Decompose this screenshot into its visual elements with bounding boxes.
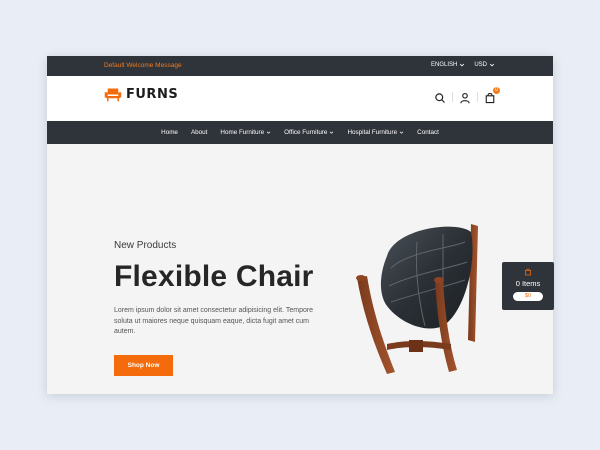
hero-subtitle: New Products	[114, 240, 177, 251]
nav-label: Home	[161, 129, 178, 136]
language-label: ENGLISH	[430, 62, 458, 68]
site-header: FURNS 0	[47, 76, 553, 121]
top-bar: Default Welcome Message ENGLISH USD	[47, 56, 553, 76]
nav-item-office-furniture[interactable]: Office Furniture	[284, 129, 334, 136]
cart-button[interactable]: 0	[484, 87, 500, 104]
cart-items-count: 0 Items	[515, 279, 541, 288]
currency-label: USD	[474, 62, 487, 68]
chevron-down-icon	[460, 63, 465, 67]
nav-label: Office Furniture	[284, 129, 328, 136]
logo-text: FURNS	[126, 87, 179, 102]
logo[interactable]: FURNS	[104, 87, 178, 102]
shop-now-button[interactable]: Shop Now	[114, 355, 173, 376]
welcome-message: Default Welcome Message	[104, 62, 182, 69]
divider	[477, 92, 478, 102]
nav-item-contact[interactable]: Contact	[417, 129, 439, 136]
nav-label: Hospital Furniture	[347, 129, 398, 136]
hero-description: Lorem ipsum dolor sit amet consectetur a…	[114, 307, 314, 335]
hero-section: New Products Flexible Chair Lorem ipsum …	[47, 144, 553, 394]
language-select[interactable]: ENGLISH	[431, 62, 465, 68]
browser-frame: Default Welcome Message ENGLISH USD FURN…	[47, 56, 553, 394]
nav-item-home-furniture[interactable]: Home Furniture	[220, 129, 271, 136]
nav-item-about[interactable]: About	[191, 129, 207, 136]
floating-cart-widget[interactable]: 0 Items $0	[502, 262, 554, 310]
armchair-logo-icon	[104, 88, 122, 102]
header-actions: 0	[434, 87, 500, 104]
topbar-right: ENGLISH USD	[431, 62, 495, 68]
chair-product-image	[356, 224, 478, 374]
account-button[interactable]	[459, 91, 471, 104]
nav-label: About	[190, 129, 208, 136]
cart-total-price: $0	[513, 292, 543, 301]
nav-item-hospital-furniture[interactable]: Hospital Furniture	[347, 129, 404, 136]
nav-label: Home Furniture	[220, 129, 265, 136]
search-button[interactable]	[434, 91, 446, 103]
chevron-down-icon	[330, 131, 334, 134]
user-icon	[460, 92, 470, 104]
chevron-down-icon	[399, 131, 404, 134]
shopping-bag-icon	[525, 268, 531, 276]
hero-title: Flexible Chair	[114, 260, 314, 293]
divider	[452, 92, 453, 102]
search-icon	[435, 93, 445, 103]
main-nav: Home About Home Furniture Office Furnitu…	[47, 121, 553, 144]
chevron-down-icon	[489, 63, 495, 67]
nav-item-home[interactable]: Home	[161, 129, 178, 136]
currency-select[interactable]: USD	[474, 62, 495, 68]
nav-label: Contact	[417, 129, 439, 136]
chevron-down-icon	[266, 131, 271, 134]
cart-icon	[485, 92, 495, 104]
cart-count-badge: 0	[493, 87, 500, 94]
